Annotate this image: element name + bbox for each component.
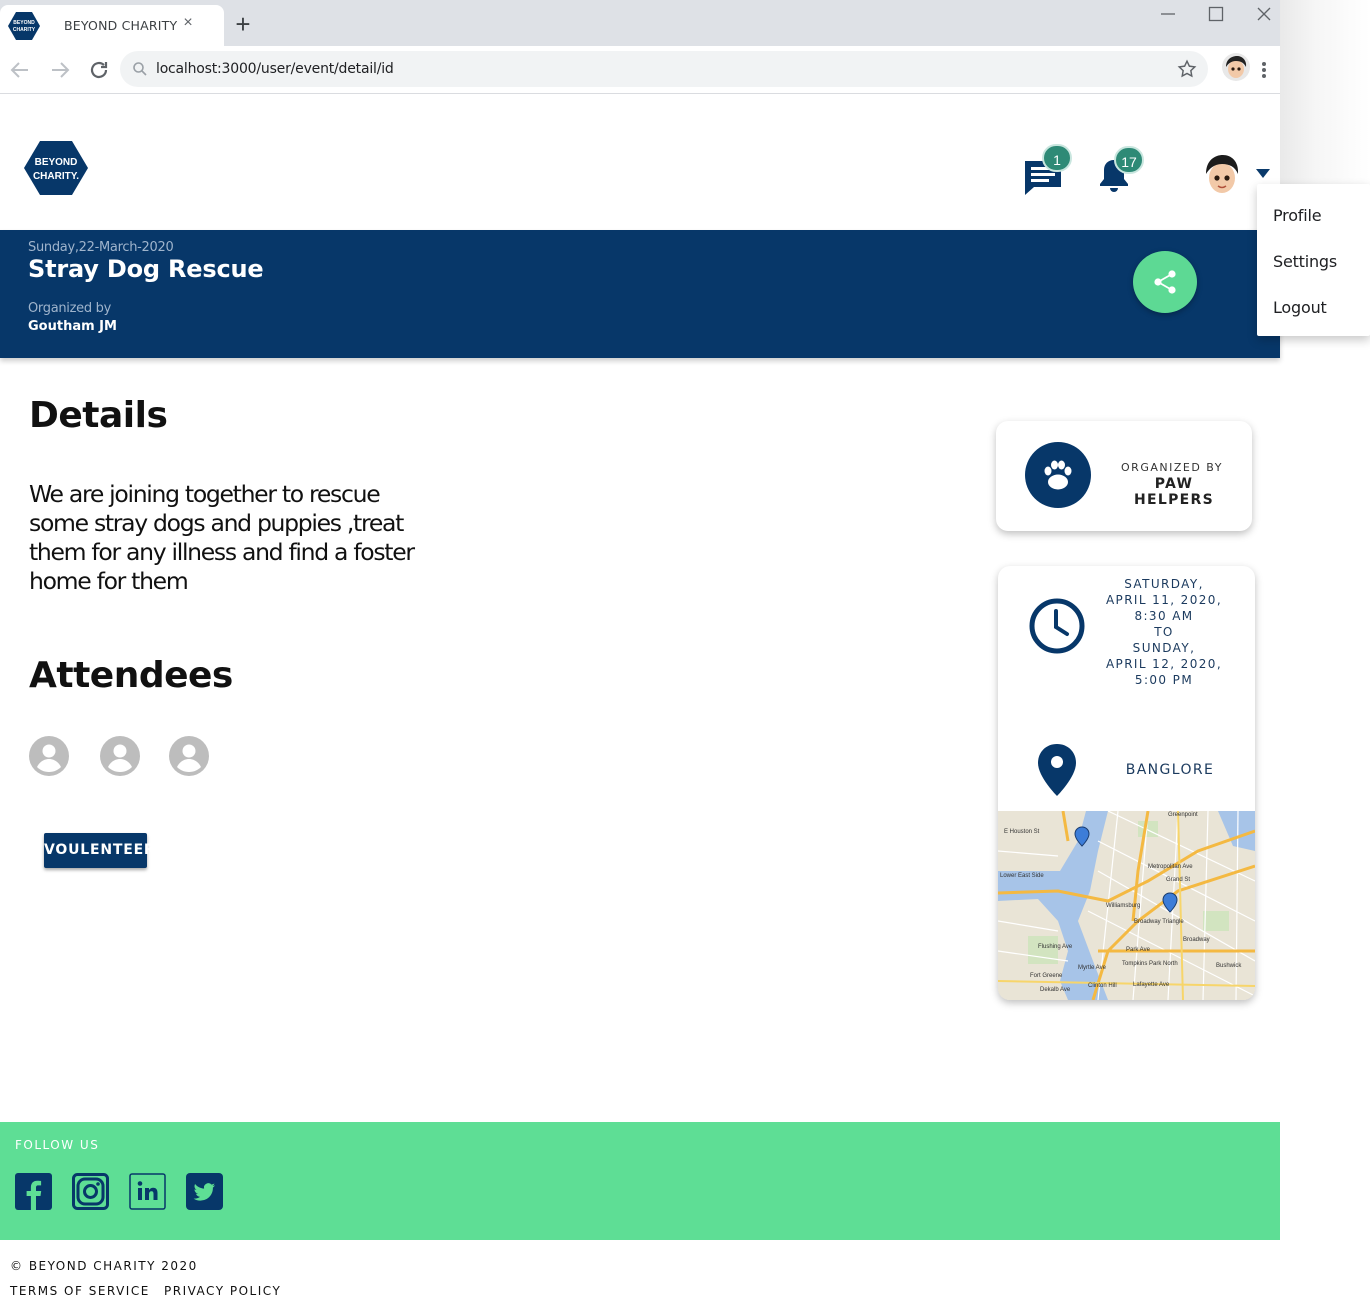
reload-icon[interactable]: [87, 58, 111, 82]
event-datetime: SATURDAY, APRIL 11, 2020, 8:30 AM TO SUN…: [1098, 576, 1230, 688]
avatar-face-icon: [1200, 152, 1244, 196]
volunteer-button[interactable]: VOULENTEER: [44, 833, 155, 868]
follow-us-label: FOLLOW US: [15, 1138, 100, 1152]
privacy-policy-link[interactable]: PRIVACY POLICY: [164, 1284, 281, 1298]
paw-icon: [1044, 460, 1072, 490]
instagram-icon[interactable]: [72, 1173, 109, 1210]
minimize-icon[interactable]: [1158, 4, 1178, 24]
date-line: APRIL 11, 2020,: [1105, 593, 1223, 607]
beyond-charity-logo[interactable]: BEYOND CHARITY.: [24, 140, 88, 196]
map-label: Park Ave: [1126, 947, 1151, 953]
map-label: Williamsburg: [1106, 903, 1140, 909]
app-header: BEYOND CHARITY. 1 17: [0, 95, 1280, 230]
twitter-icon[interactable]: [186, 1173, 223, 1210]
back-arrow-icon[interactable]: [8, 58, 32, 82]
facebook-icon[interactable]: [15, 1173, 52, 1210]
browser-toolbar: localhost:3000/user/event/detail/id: [0, 46, 1280, 94]
organized-by-label: Organized by: [28, 301, 111, 316]
linkedin-icon[interactable]: [129, 1173, 166, 1210]
map-label: Tompkins Park North: [1122, 961, 1178, 967]
favicon-text-2: CHARITY: [13, 27, 36, 33]
logo-text-1: BEYOND: [35, 157, 78, 168]
date-line: 5:00 PM: [1134, 673, 1194, 687]
beyond-charity-favicon-icon: BEYOND CHARITY: [8, 12, 40, 40]
menu-item-settings[interactable]: Settings: [1273, 252, 1337, 271]
attendee-avatar-icon[interactable]: [29, 736, 69, 776]
map-label: Dekalb Ave: [1040, 987, 1071, 993]
map-label: Broadway: [1183, 937, 1210, 943]
map-label: Lafayette Ave: [1133, 982, 1170, 988]
event-location: BANGLORE: [1125, 762, 1215, 778]
share-icon: [1154, 270, 1176, 294]
menu-item-logout[interactable]: Logout: [1273, 298, 1327, 317]
map-label: Broadway Triangle: [1134, 919, 1184, 925]
tab-close-icon[interactable]: ×: [180, 15, 196, 31]
paw-icon-circle: [1025, 442, 1091, 508]
organizer-card-name: PAW HELPERS: [1134, 476, 1214, 508]
notifications-badge: 17: [1114, 146, 1144, 174]
event-title: Stray Dog Rescue: [28, 255, 264, 283]
map-label: Clinton Hill: [1088, 983, 1117, 989]
date-line: 8:30 AM: [1134, 609, 1194, 623]
map-label: Fort Greene: [1030, 973, 1063, 979]
details-description: We are joining together to rescue some s…: [29, 480, 415, 595]
map-label: Grand St: [1166, 877, 1190, 883]
share-button[interactable]: [1133, 251, 1197, 313]
map-label: Metropolitan Ave: [1148, 864, 1193, 870]
map-label: Lower East Side: [1000, 873, 1044, 879]
attendee-avatar-icon[interactable]: [100, 736, 140, 776]
map-label: Myrtle Ave: [1078, 965, 1107, 971]
date-line: SUNDAY,: [1132, 641, 1196, 655]
organizer-name: Goutham JM: [28, 319, 117, 334]
address-bar[interactable]: localhost:3000/user/event/detail/id: [120, 51, 1208, 87]
caret-down-icon[interactable]: [1256, 169, 1270, 178]
browser-menu-icon[interactable]: [1258, 58, 1270, 82]
maximize-icon[interactable]: [1206, 4, 1226, 24]
url-text[interactable]: localhost:3000/user/event/detail/id: [156, 61, 394, 77]
user-dropdown-menu: Profile Settings Logout: [1257, 184, 1370, 336]
logo-text-2: CHARITY.: [33, 171, 79, 182]
close-window-icon[interactable]: [1254, 4, 1274, 24]
forward-arrow-icon[interactable]: [48, 58, 72, 82]
footer: FOLLOW US: [0, 1122, 1280, 1240]
map-label: Greenpoint: [1168, 812, 1198, 818]
tab-title: BEYOND CHARITY: [64, 18, 178, 33]
favicon-text-1: BEYOND: [13, 20, 35, 26]
map-graphic: Greenpoint E Houston St Lower East Side …: [998, 810, 1255, 1000]
copyright-text: © BEYOND CHARITY 2020: [10, 1259, 198, 1273]
map-label: E Houston St: [1004, 829, 1040, 835]
organizer-card[interactable]: ORGANIZED BY PAW HELPERS: [996, 421, 1252, 531]
details-heading: Details: [29, 395, 168, 436]
bookmark-star-icon[interactable]: [1176, 58, 1198, 80]
browser-tabstrip: BEYOND CHARITY BEYOND CHARITY × +: [0, 0, 1280, 46]
map-label: Flushing Ave: [1038, 944, 1073, 950]
attendee-avatar-icon[interactable]: [169, 736, 209, 776]
event-date: Sunday,22-March-2020: [28, 240, 174, 255]
location-pin-icon: [1038, 744, 1076, 796]
event-banner: Sunday,22-March-2020 Stray Dog Rescue Or…: [0, 230, 1280, 358]
search-icon: [133, 62, 147, 76]
attendees-heading: Attendees: [29, 655, 233, 696]
browser-profile-avatar[interactable]: [1222, 53, 1250, 81]
new-tab-button[interactable]: +: [232, 11, 254, 37]
date-line: SATURDAY,: [1124, 577, 1204, 591]
map-label: Bushwick: [1216, 963, 1242, 969]
location-map[interactable]: Greenpoint E Houston St Lower East Side …: [998, 810, 1255, 1000]
messages-badge: 1: [1042, 144, 1072, 172]
avatar-face-icon: [1222, 53, 1250, 81]
page: BEYOND CHARITY BEYOND CHARITY × + localh…: [0, 0, 1370, 1299]
clock-icon: [1029, 598, 1085, 654]
organizer-card-label: ORGANIZED BY: [1121, 461, 1223, 474]
menu-item-profile[interactable]: Profile: [1273, 206, 1322, 225]
terms-of-service-link[interactable]: TERMS OF SERVICE: [10, 1284, 150, 1298]
browser-tab[interactable]: BEYOND CHARITY BEYOND CHARITY ×: [0, 5, 224, 46]
date-line: APRIL 12, 2020,: [1105, 657, 1223, 671]
date-line: TO: [1154, 625, 1174, 639]
event-info-card: SATURDAY, APRIL 11, 2020, 8:30 AM TO SUN…: [998, 566, 1255, 1000]
user-avatar[interactable]: [1200, 152, 1244, 196]
